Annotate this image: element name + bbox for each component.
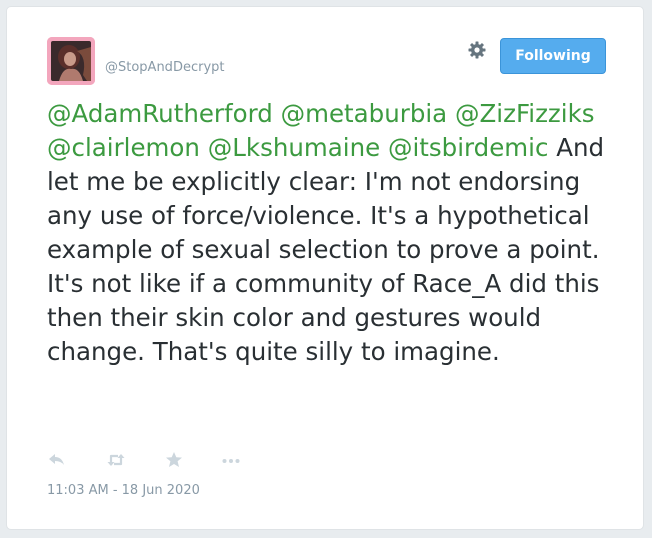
mention-link[interactable]: @itsbirdemic xyxy=(388,133,548,162)
tweet-card: @StopAndDecrypt Following @AdamRutherfor… xyxy=(6,6,644,530)
mention-link[interactable]: @metaburbia xyxy=(281,99,448,128)
tweet-body: And let me be explicitly clear: I'm not … xyxy=(47,133,605,366)
mention-link[interactable]: @ZizFizziks xyxy=(455,99,595,128)
reply-icon[interactable] xyxy=(47,450,67,470)
tweet-text: @AdamRutherford @metaburbia @ZizFizziks … xyxy=(47,97,622,369)
avatar[interactable] xyxy=(47,37,95,85)
following-button[interactable]: Following xyxy=(500,38,606,74)
retweet-icon[interactable] xyxy=(106,450,126,470)
mention-link[interactable]: @Lkshumaine xyxy=(208,133,380,162)
star-icon[interactable] xyxy=(164,450,184,470)
mention-link[interactable]: @clairlemon xyxy=(47,133,200,162)
avatar-image xyxy=(47,37,95,85)
mention-link[interactable]: @AdamRutherford xyxy=(47,99,273,128)
gear-icon[interactable] xyxy=(467,40,487,60)
user-handle[interactable]: @StopAndDecrypt xyxy=(105,60,224,75)
more-icon[interactable] xyxy=(221,450,241,470)
tweet-timestamp[interactable]: 11:03 AM - 18 Jun 2020 xyxy=(47,483,200,498)
